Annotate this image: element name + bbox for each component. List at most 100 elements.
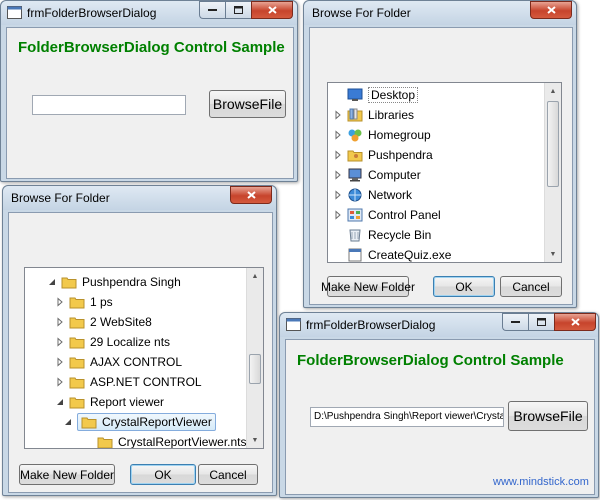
make-new-folder-button[interactable]: Make New Folder: [19, 464, 115, 485]
file-icon: [348, 248, 362, 262]
tree-item-libraries[interactable]: Libraries: [333, 106, 414, 124]
title-bar[interactable]: Browse For Folder: [3, 186, 276, 210]
expand-arrow-icon[interactable]: [55, 317, 65, 327]
title-bar[interactable]: frmFolderBrowserDialog: [1, 1, 297, 25]
tree-item-label: CrystalReportViewer: [102, 415, 212, 429]
close-button[interactable]: [230, 186, 272, 204]
collapse-arrow-icon[interactable]: [55, 397, 65, 407]
scrollbar-thumb[interactable]: [547, 101, 559, 187]
expand-arrow-icon[interactable]: [333, 170, 343, 180]
maximize-button[interactable]: [528, 313, 554, 331]
tree-item-pushpendra[interactable]: Pushpendra: [333, 146, 433, 164]
app-icon: [7, 6, 22, 19]
folder-tree[interactable]: Pushpendra Singh 1 ps 2 WebSite8 29 Loca…: [24, 267, 264, 449]
vertical-scrollbar[interactable]: ▲ ▼: [544, 83, 561, 262]
maximize-icon: [234, 6, 243, 14]
folder-icon: [69, 357, 85, 369]
maximize-icon: [537, 318, 546, 326]
tree-item-report-viewer[interactable]: Report viewer: [55, 393, 164, 411]
app-icon: [286, 318, 301, 331]
form-window-bottom: frmFolderBrowserDialog FolderBrowserDial…: [279, 312, 599, 498]
selected-item-highlight[interactable]: CrystalReportViewer: [77, 413, 216, 431]
tree-item-label: CreateQuiz.exe: [368, 248, 452, 262]
tree-item-29-localize-nts[interactable]: 29 Localize nts: [55, 333, 170, 351]
collapse-arrow-icon[interactable]: [63, 417, 73, 427]
tree-item-label: CrystalReportViewer.nts: [118, 435, 247, 449]
dialog-title: Browse For Folder: [11, 191, 110, 205]
tree-item-network[interactable]: Network: [333, 186, 412, 204]
folder-tree[interactable]: Desktop Libraries Homegroup Pushpendra C…: [327, 82, 562, 263]
minimize-button[interactable]: [199, 1, 225, 19]
tree-item-label: Pushpendra Singh: [82, 275, 181, 289]
tree-item-recycle-bin[interactable]: Recycle Bin: [333, 226, 431, 244]
expand-arrow-icon[interactable]: [55, 357, 65, 367]
expand-arrow-icon[interactable]: [333, 190, 343, 200]
close-icon: [570, 318, 580, 326]
expand-arrow-icon[interactable]: [55, 377, 65, 387]
tree-item-computer[interactable]: Computer: [333, 166, 421, 184]
maximize-button[interactable]: [225, 1, 251, 19]
folder-path-textbox[interactable]: D:\Pushpendra Singh\Report viewer\Crysta…: [310, 407, 504, 427]
expand-arrow-icon[interactable]: [333, 110, 343, 120]
scroll-up-icon[interactable]: ▲: [247, 268, 263, 284]
close-icon: [546, 6, 556, 14]
folder-icon: [61, 277, 77, 289]
scroll-up-icon[interactable]: ▲: [545, 83, 561, 99]
expand-arrow-icon[interactable]: [55, 337, 65, 347]
form-client-area: FolderBrowserDialog Control Sample Brows…: [6, 27, 294, 179]
tree-item-label: AJAX CONTROL: [90, 355, 183, 369]
folder-icon: [69, 317, 85, 329]
vertical-scrollbar[interactable]: ▲ ▼: [246, 268, 263, 448]
tree-item-crystalreportviewer-nts[interactable]: CrystalReportViewer.nts: [83, 433, 247, 449]
close-button[interactable]: [530, 1, 572, 19]
tree-item-desktop[interactable]: Desktop: [333, 86, 419, 104]
tree-item-1-ps[interactable]: 1 ps: [55, 293, 113, 311]
folder-icon: [69, 377, 85, 389]
form-client-area: FolderBrowserDialog Control Sample D:\Pu…: [285, 339, 595, 495]
expand-arrow-icon[interactable]: [55, 297, 65, 307]
tree-item-crystalreportviewer[interactable]: CrystalReportViewer: [63, 413, 216, 431]
minimize-button[interactable]: [502, 313, 528, 331]
ok-button[interactable]: OK: [130, 464, 196, 485]
close-button[interactable]: [251, 1, 293, 19]
window-title: frmFolderBrowserDialog: [306, 318, 436, 332]
tree-item-control-panel[interactable]: Control Panel: [333, 206, 441, 224]
make-new-folder-button[interactable]: Make New Folder: [321, 276, 415, 297]
recycle-bin-icon: [349, 229, 361, 242]
screenshot-stage: frmFolderBrowserDialog FolderBrowserDial…: [0, 0, 600, 500]
cancel-button[interactable]: Cancel: [500, 276, 562, 297]
folder-path-textbox[interactable]: [32, 95, 186, 115]
tree-item-createquiz[interactable]: CreateQuiz.exe: [333, 246, 452, 262]
collapse-arrow-icon[interactable]: [47, 277, 57, 287]
folder-icon: [69, 297, 85, 309]
scroll-down-icon[interactable]: ▼: [247, 432, 263, 448]
user-folder-icon: [347, 150, 363, 162]
close-icon: [267, 6, 277, 14]
close-button[interactable]: [554, 313, 596, 331]
libraries-icon: [347, 108, 363, 122]
scrollbar-thumb[interactable]: [249, 354, 261, 384]
tree-item-homegroup[interactable]: Homegroup: [333, 126, 431, 144]
tree-item-label: Computer: [368, 168, 421, 182]
tree-item-2-website8[interactable]: 2 WebSite8: [55, 313, 152, 331]
browse-file-button[interactable]: BrowseFile: [209, 90, 286, 118]
tree-item-asp-net-control[interactable]: ASP.NET CONTROL: [55, 373, 202, 391]
browse-file-button[interactable]: BrowseFile: [508, 401, 588, 431]
dialog-client-area: Pushpendra Singh 1 ps 2 WebSite8 29 Loca…: [8, 212, 273, 493]
tree-item-pushpendra-singh[interactable]: Pushpendra Singh: [47, 273, 181, 291]
tree-item-label: Control Panel: [368, 208, 441, 222]
close-icon: [246, 191, 256, 199]
cancel-button[interactable]: Cancel: [198, 464, 258, 485]
expand-arrow-icon[interactable]: [333, 210, 343, 220]
tree-item-ajax-control[interactable]: AJAX CONTROL: [55, 353, 182, 371]
minimize-icon: [208, 9, 217, 11]
watermark-link[interactable]: www.mindstick.com: [493, 476, 589, 488]
expand-arrow-icon[interactable]: [333, 130, 343, 140]
ok-button[interactable]: OK: [433, 276, 495, 297]
title-bar[interactable]: Browse For Folder: [304, 1, 576, 25]
scroll-down-icon[interactable]: ▼: [545, 246, 561, 262]
folder-icon: [69, 397, 85, 409]
title-bar[interactable]: frmFolderBrowserDialog: [280, 313, 598, 337]
expand-arrow-icon[interactable]: [333, 150, 343, 160]
tree-item-label: Libraries: [368, 108, 415, 122]
